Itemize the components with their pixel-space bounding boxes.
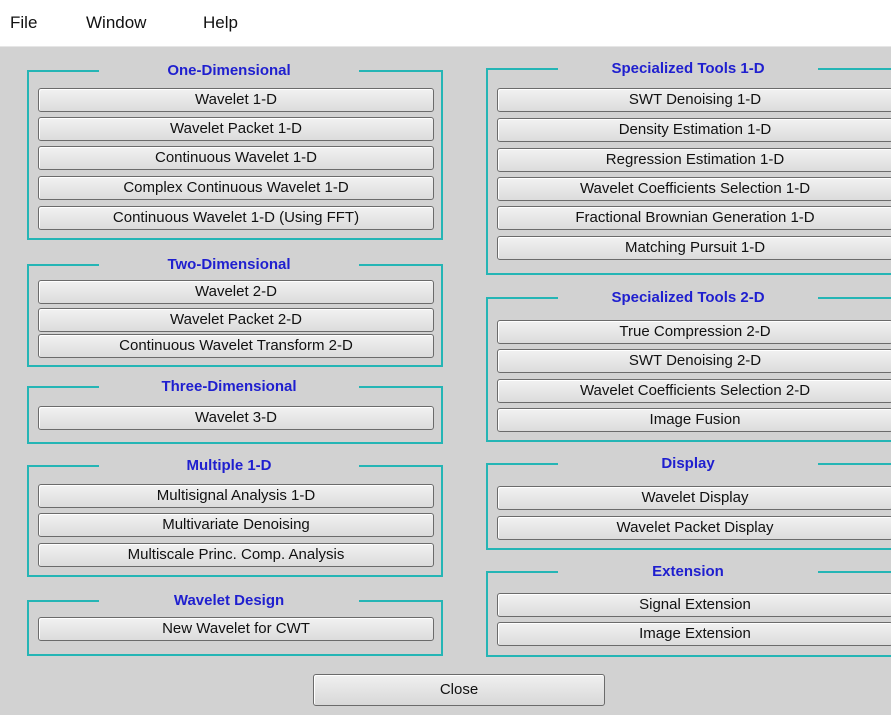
continuous-wavelet-1d-button[interactable]: Continuous Wavelet 1-D — [38, 146, 434, 170]
multiscale-princ-comp-analysis-button[interactable]: Multiscale Princ. Comp. Analysis — [38, 543, 434, 567]
swt-denoising-2d-button[interactable]: SWT Denoising 2-D — [497, 349, 891, 373]
new-wavelet-for-cwt-button[interactable]: New Wavelet for CWT — [38, 617, 434, 641]
complex-continuous-wavelet-1d-button[interactable]: Complex Continuous Wavelet 1-D — [38, 176, 434, 200]
signal-extension-button[interactable]: Signal Extension — [497, 593, 891, 617]
regression-estimation-1d-button[interactable]: Regression Estimation 1-D — [497, 148, 891, 172]
panel-title-multiple-1d: Multiple 1-D — [99, 455, 359, 477]
panel-title-one-dimensional: One-Dimensional — [99, 60, 359, 82]
continuous-wavelet-1d-fft-button[interactable]: Continuous Wavelet 1-D (Using FFT) — [38, 206, 434, 230]
panel-title-two-dimensional: Two-Dimensional — [99, 254, 359, 276]
panel-title-display: Display — [558, 453, 818, 475]
true-compression-2d-button[interactable]: True Compression 2-D — [497, 320, 891, 344]
panel-title-wavelet-design: Wavelet Design — [99, 590, 359, 612]
wavelet-packet-2d-button[interactable]: Wavelet Packet 2-D — [38, 308, 434, 332]
close-button[interactable]: Close — [313, 674, 605, 706]
image-fusion-button[interactable]: Image Fusion — [497, 408, 891, 432]
panel-one-dimensional: One-Dimensional Wavelet 1-D Wavelet Pack… — [27, 60, 443, 240]
menu-help[interactable]: Help — [199, 8, 242, 38]
matching-pursuit-1d-button[interactable]: Matching Pursuit 1-D — [497, 236, 891, 260]
wavelet-coefficients-selection-2d-button[interactable]: Wavelet Coefficients Selection 2-D — [497, 379, 891, 403]
wavelet-packet-display-button[interactable]: Wavelet Packet Display — [497, 516, 891, 540]
panel-title-extension: Extension — [558, 561, 818, 583]
multivariate-denoising-button[interactable]: Multivariate Denoising — [38, 513, 434, 537]
panel-display: Display Wavelet Display Wavelet Packet D… — [486, 453, 891, 550]
panel-specialized-tools-1d: Specialized Tools 1-D SWT Denoising 1-D … — [486, 58, 891, 275]
wavelet-packet-1d-button[interactable]: Wavelet Packet 1-D — [38, 117, 434, 141]
panel-extension: Extension Signal Extension Image Extensi… — [486, 561, 891, 657]
panel-multiple-1d: Multiple 1-D Multisignal Analysis 1-D Mu… — [27, 455, 443, 577]
image-extension-button[interactable]: Image Extension — [497, 622, 891, 646]
menu-window[interactable]: Window — [82, 8, 150, 38]
density-estimation-1d-button[interactable]: Density Estimation 1-D — [497, 118, 891, 142]
swt-denoising-1d-button[interactable]: SWT Denoising 1-D — [497, 88, 891, 112]
panel-title-specialized-tools-2d: Specialized Tools 2-D — [558, 287, 818, 309]
panel-specialized-tools-2d: Specialized Tools 2-D True Compression 2… — [486, 287, 891, 442]
panel-wavelet-design: Wavelet Design New Wavelet for CWT — [27, 590, 443, 656]
panel-two-dimensional: Two-Dimensional Wavelet 2-D Wavelet Pack… — [27, 254, 443, 367]
wavelet-1d-button[interactable]: Wavelet 1-D — [38, 88, 434, 112]
continuous-wavelet-transform-2d-button[interactable]: Continuous Wavelet Transform 2-D — [38, 334, 434, 358]
wavelet-coefficients-selection-1d-button[interactable]: Wavelet Coefficients Selection 1-D — [497, 177, 891, 201]
panel-title-specialized-tools-1d: Specialized Tools 1-D — [558, 58, 818, 80]
multisignal-analysis-1d-button[interactable]: Multisignal Analysis 1-D — [38, 484, 434, 508]
panel-three-dimensional: Three-Dimensional Wavelet 3-D — [27, 376, 443, 444]
menu-bar: File Window Help — [0, 0, 891, 47]
menu-file[interactable]: File — [6, 8, 41, 38]
wavelet-display-button[interactable]: Wavelet Display — [497, 486, 891, 510]
wavelet-3d-button[interactable]: Wavelet 3-D — [38, 406, 434, 430]
panel-title-three-dimensional: Three-Dimensional — [99, 376, 359, 398]
fractional-brownian-generation-1d-button[interactable]: Fractional Brownian Generation 1-D — [497, 206, 891, 230]
wavelet-2d-button[interactable]: Wavelet 2-D — [38, 280, 434, 304]
